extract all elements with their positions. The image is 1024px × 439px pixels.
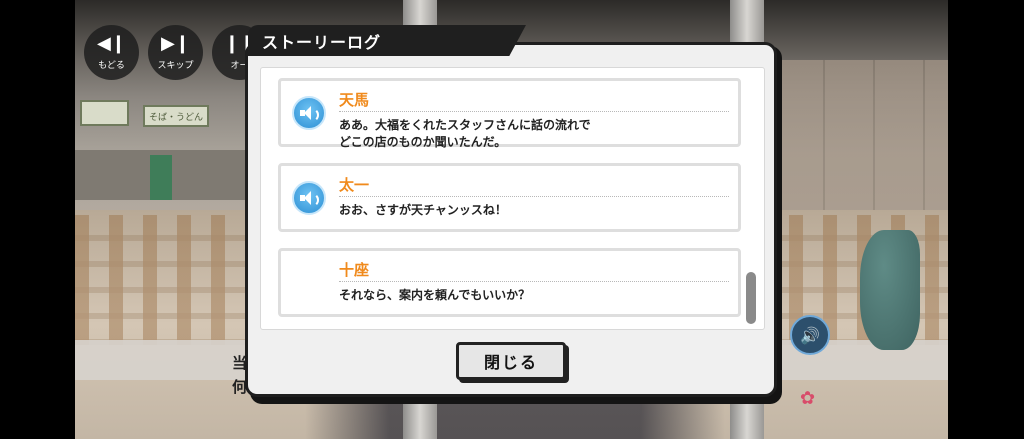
speaker-icon (300, 106, 319, 122)
log-entry: 太一 おお、さすが天チャンッスね！ (278, 163, 741, 232)
voice-play-button[interactable] (292, 181, 326, 215)
back-button[interactable]: ◀​❙ もどる (84, 25, 139, 80)
character-hair (860, 230, 920, 350)
back-label: もどる (98, 60, 125, 71)
name-divider (339, 111, 729, 112)
flower-icon: ✿ (800, 388, 816, 409)
log-entry: 天馬 ああ。大福をくれたスタッフさんに話の流れで どこの店のものか聞いたんだ。 (278, 78, 741, 149)
log-scrollbar[interactable] (746, 272, 756, 324)
dialogue-text: おお、さすが天チャンッスね！ (339, 203, 507, 217)
dialogue-text: それなら、案内を頼んでもいいか？ (339, 288, 531, 302)
name-divider (339, 281, 729, 282)
voice-play-button[interactable] (292, 96, 326, 130)
speaker-icon (300, 191, 319, 207)
rewind-icon: ◀​❙ (97, 32, 126, 54)
speaker-name: 十座 (339, 261, 370, 279)
dialogue-text: ああ。大福をくれたスタッフさんに話の流れで どこの店のものか聞いたんだ。 (339, 118, 591, 149)
name-divider (339, 196, 729, 197)
skip-label: スキップ (157, 60, 194, 71)
dialog-title: ストーリーログ (248, 25, 526, 56)
voice-icon[interactable]: 🔊 (790, 315, 830, 355)
log-entry: 十座 それなら、案内を頼んでもいいか？ (278, 248, 741, 317)
speaker-name: 天馬 (339, 91, 370, 109)
speaker-name: 太一 (339, 176, 370, 194)
close-button[interactable]: 閉じる (456, 342, 566, 380)
story-log-list[interactable]: 天馬 ああ。大福をくれたスタッフさんに話の流れで どこの店のものか聞いたんだ。 … (260, 67, 765, 330)
door (150, 155, 172, 200)
skip-icon: ▶❙ (161, 32, 190, 54)
menu-sign: そば・うどん (143, 105, 209, 127)
menu-sign-left (80, 100, 129, 126)
skip-button[interactable]: ▶❙ スキップ (148, 25, 203, 80)
